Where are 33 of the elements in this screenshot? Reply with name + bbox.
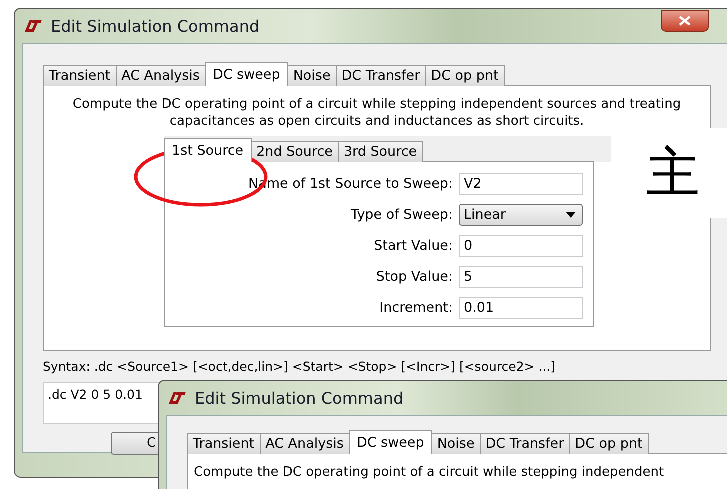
field-label: Increment: <box>380 300 453 316</box>
tab[interactable]: AC Analysis <box>116 65 206 86</box>
tab[interactable]: Transient <box>187 433 261 454</box>
tab[interactable]: Noise <box>431 433 481 454</box>
field-label: Start Value: <box>374 238 453 254</box>
logo-icon <box>23 19 43 33</box>
close-icon <box>679 16 691 26</box>
tab[interactable]: DC sweep <box>348 430 432 454</box>
tab[interactable]: DC Transfer <box>480 433 570 454</box>
field-label: Stop Value: <box>376 268 453 284</box>
tab[interactable]: DC op pnt <box>569 433 649 454</box>
close-button[interactable] <box>661 10 709 32</box>
tab[interactable]: 2nd Source <box>250 141 339 162</box>
window-title: Edit Simulation Command <box>51 16 260 36</box>
input-field[interactable]: 5 <box>459 266 583 288</box>
tab[interactable]: DC op pnt <box>425 65 505 86</box>
tab[interactable]: Transient <box>43 65 117 86</box>
input-field[interactable]: V2 <box>459 172 583 194</box>
tab[interactable]: Noise <box>287 65 337 86</box>
syntax-text: Syntax: .dc <Source1> [<oct,dec,lin>] <Start> <Stop> [<Incr>] [<source2> ...] <box>43 359 557 374</box>
input-field[interactable]: 0.01 <box>459 296 583 318</box>
caret-icon <box>566 212 576 218</box>
field-label: Type of Sweep: <box>351 206 453 222</box>
dropdown[interactable]: Linear <box>459 204 583 226</box>
input-field[interactable]: 0 <box>459 234 583 256</box>
tab[interactable]: AC Analysis <box>260 433 350 454</box>
tab[interactable]: DC sweep <box>204 62 288 86</box>
description-text: Compute the DC operating point of a circuit while stepping independent <box>194 464 666 481</box>
description-text: Compute the DC operating point of a circuit while stepping independent sources and treating capacitances as open circuits and inductances as short circuits. <box>72 96 682 130</box>
logo-icon <box>167 391 187 405</box>
tab[interactable]: 1st Source <box>164 138 252 162</box>
tab[interactable]: DC Transfer <box>336 65 426 86</box>
tab[interactable]: 3rd Source <box>338 141 424 162</box>
